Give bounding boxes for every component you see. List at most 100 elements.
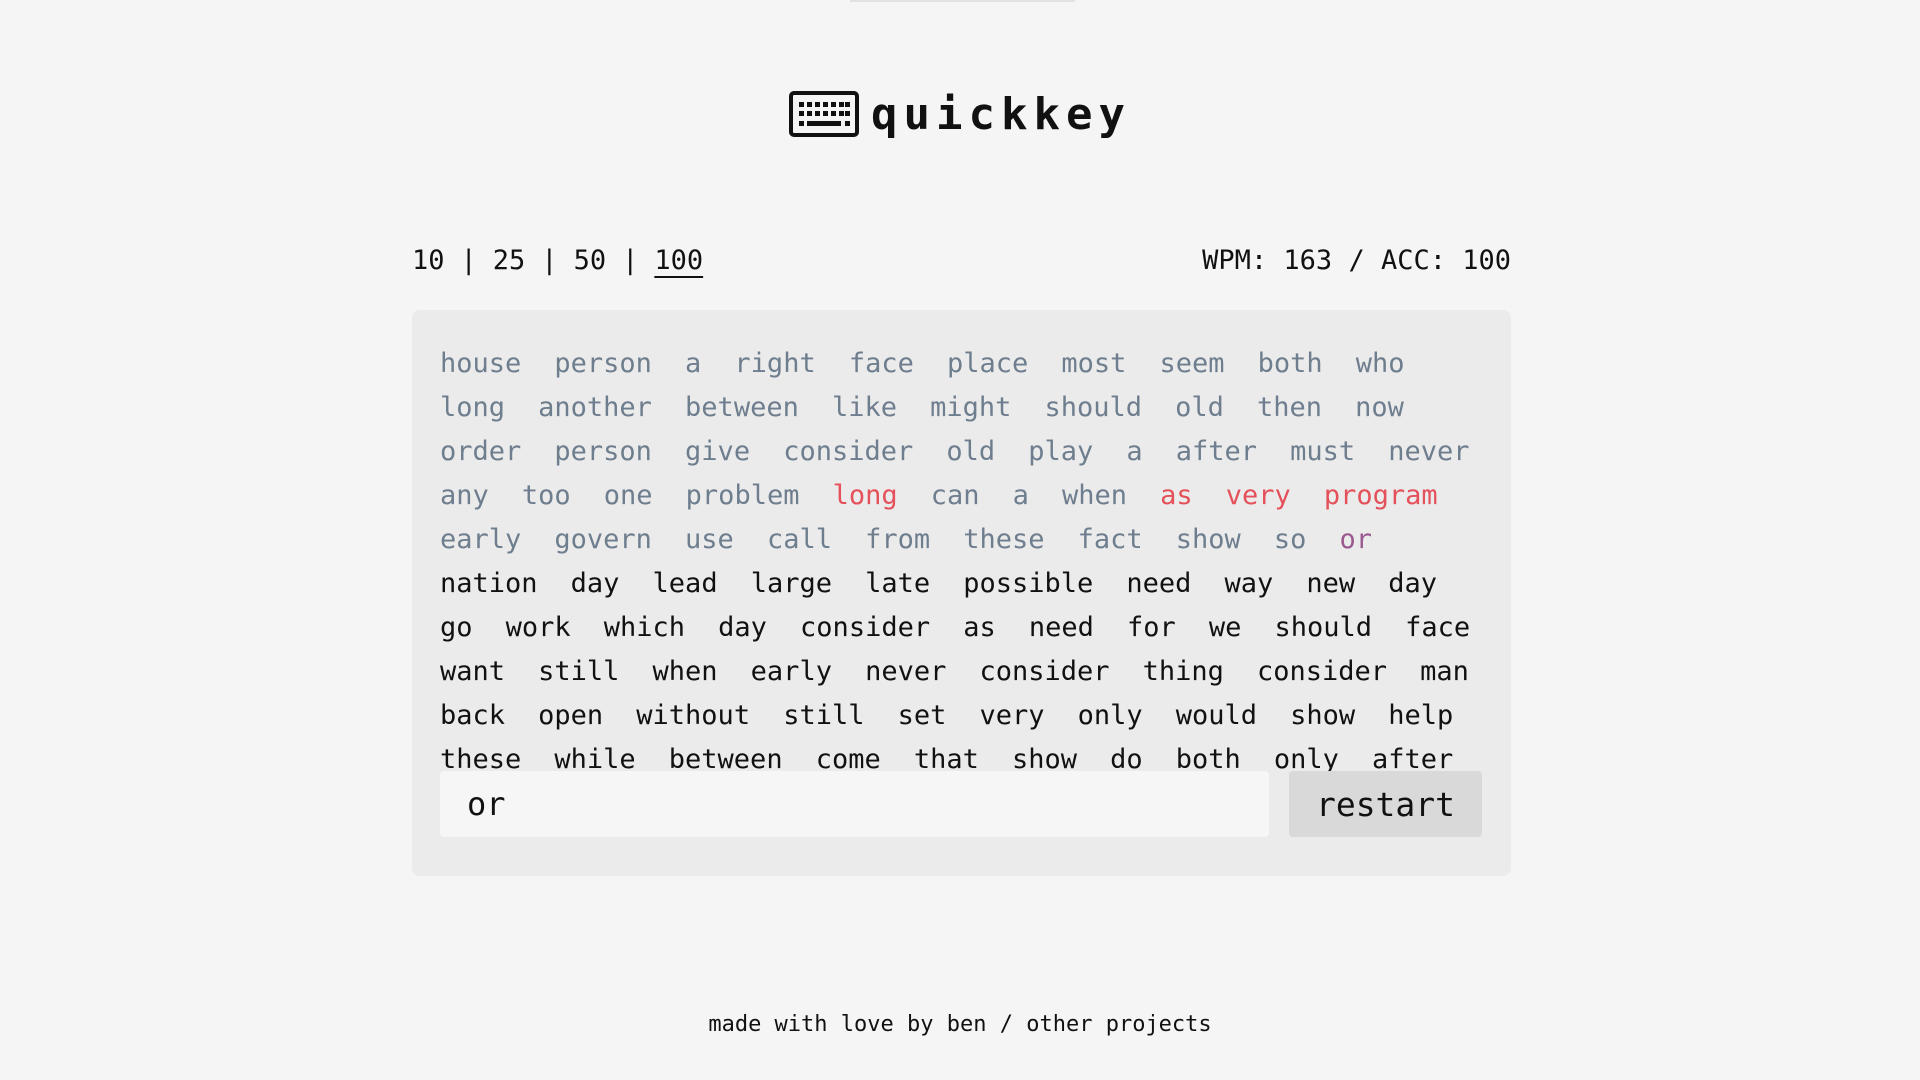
word: when <box>1061 480 1128 511</box>
word: thing <box>1142 656 1224 687</box>
word: never <box>1388 436 1470 467</box>
word: consider <box>800 612 931 643</box>
word: seem <box>1159 348 1225 379</box>
word: back <box>440 700 506 731</box>
word: without <box>636 700 751 731</box>
word: face <box>1405 612 1471 643</box>
footer-credit: made with love by ben <box>708 1012 987 1037</box>
word: must <box>1290 436 1356 467</box>
word: or <box>1339 524 1373 555</box>
word: open <box>538 700 604 731</box>
word: give <box>685 436 751 467</box>
word: want <box>440 656 506 687</box>
word: only <box>1077 700 1143 731</box>
word: both <box>1257 348 1323 379</box>
word: large <box>750 568 832 599</box>
word: go <box>440 612 473 643</box>
footer: made with love by ben / other projects <box>0 1012 1920 1037</box>
word: person <box>554 436 652 467</box>
word: show <box>1290 700 1356 731</box>
word: old <box>946 436 996 467</box>
word: very <box>1225 480 1291 511</box>
word: never <box>865 656 947 687</box>
word: which <box>603 612 686 643</box>
word: when <box>652 656 718 687</box>
word: old <box>1175 392 1224 423</box>
restart-button[interactable]: restart <box>1289 771 1482 837</box>
word: still <box>538 656 620 687</box>
word: right <box>734 348 816 379</box>
stats-readout: WPM: 163 / ACC: 100 <box>1202 244 1511 276</box>
word: consider <box>783 436 914 467</box>
word: a <box>1012 480 1029 511</box>
word: call <box>766 524 832 555</box>
word-count-50[interactable]: 50 <box>574 245 607 276</box>
word: need <box>1028 612 1094 643</box>
word: a <box>1126 436 1143 467</box>
other-projects-link[interactable]: other projects <box>1026 1012 1211 1037</box>
word: like <box>831 392 897 423</box>
header: quickkey <box>0 82 1920 146</box>
word: lead <box>652 568 718 599</box>
word: still <box>783 700 865 731</box>
footer-separator: / <box>999 1012 1013 1037</box>
word: consider <box>1257 656 1388 687</box>
word: should <box>1044 392 1143 423</box>
word: one <box>603 480 653 511</box>
word: day <box>570 568 620 599</box>
word-count-10[interactable]: 10 <box>412 245 445 276</box>
word: now <box>1355 392 1404 423</box>
word: can <box>930 480 980 511</box>
word: man <box>1420 656 1469 687</box>
logo[interactable]: quickkey <box>789 89 1131 140</box>
app-title: quickkey <box>871 88 1131 140</box>
word: work <box>505 612 571 643</box>
word: fact <box>1077 524 1143 555</box>
word: program <box>1323 480 1438 511</box>
word: show <box>1175 524 1241 555</box>
word: nation <box>440 568 538 599</box>
word: who <box>1355 348 1405 379</box>
word: should <box>1274 612 1373 643</box>
word: long <box>440 392 506 423</box>
word: person <box>554 348 652 379</box>
word: face <box>848 348 914 379</box>
word: any <box>440 480 489 511</box>
word: house <box>440 348 522 379</box>
word: for <box>1126 612 1176 643</box>
word: so <box>1273 524 1307 555</box>
word: problem <box>685 480 800 511</box>
word: long <box>832 480 898 511</box>
word: place <box>946 348 1029 379</box>
word: use <box>685 524 734 555</box>
word: early <box>750 656 832 687</box>
word: govern <box>554 524 652 555</box>
word: too <box>521 480 571 511</box>
word: late <box>865 568 931 599</box>
word-count-selector: 10 | 25 | 50 | 100 <box>412 245 703 276</box>
count-separator: | <box>460 244 477 276</box>
count-separator: | <box>541 244 558 276</box>
word: these <box>963 524 1045 555</box>
word: after <box>1175 436 1258 467</box>
typing-input[interactable] <box>440 771 1269 837</box>
word: new <box>1306 568 1356 599</box>
word: as <box>963 612 996 643</box>
word: a <box>685 348 702 379</box>
word: order <box>440 436 522 467</box>
word: another <box>538 392 652 423</box>
word-count-100[interactable]: 100 <box>654 245 703 276</box>
word: most <box>1061 348 1127 379</box>
word: help <box>1388 700 1454 731</box>
top-strip <box>850 0 1075 2</box>
input-row: restart <box>440 771 1484 837</box>
word: from <box>865 524 931 555</box>
word: way <box>1224 568 1274 599</box>
word-count-25[interactable]: 25 <box>493 245 526 276</box>
word: play <box>1028 436 1094 467</box>
word: we <box>1208 612 1242 643</box>
word: consider <box>979 656 1110 687</box>
count-separator: | <box>622 244 639 276</box>
word: day <box>718 612 767 643</box>
word: set <box>897 700 947 731</box>
